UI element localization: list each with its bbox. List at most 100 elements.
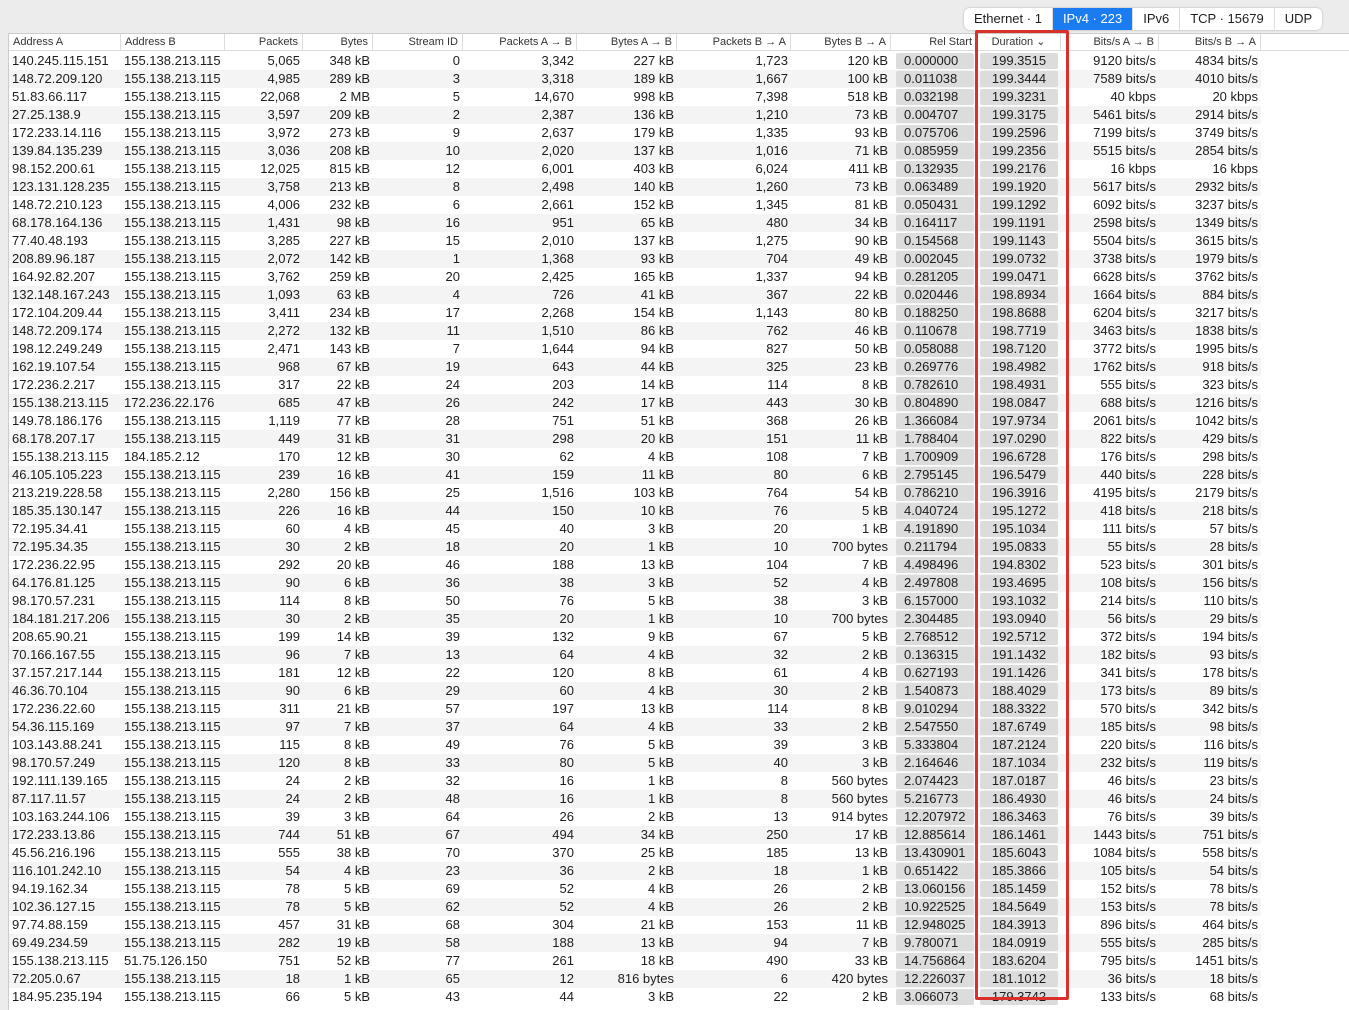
column-header-bytes-a-b[interactable]: Bytes A → B — [577, 34, 677, 51]
table-row[interactable]: 72.195.34.41 155.138.213.115 60 4 kB 45 40 3 k… — [9, 520, 1261, 538]
table-row[interactable]: 164.92.82.207 155.138.213.115 3,762 259 kB 2… — [9, 268, 1261, 286]
cell-bytes: 20 kB — [336, 557, 370, 572]
table-row[interactable]: 64.176.81.125 155.138.213.115 90 6 kB 36 38 3 … — [9, 574, 1261, 592]
table-row[interactable]: 37.157.217.144 155.138.213.115 181 12 kB 22 1… — [9, 664, 1261, 682]
table-row[interactable]: 68.178.207.17 155.138.213.115 449 31 kB 31 29… — [9, 430, 1261, 448]
table-row[interactable]: 155.138.213.115 51.75.126.150 751 52 kB 77 26… — [9, 952, 1261, 970]
cell-packets-a-b: 298 — [552, 431, 574, 446]
table-row[interactable]: 69.49.234.59 155.138.213.115 282 19 kB 58 188… — [9, 934, 1261, 952]
cell-address-b: 155.138.213.115 — [124, 53, 221, 68]
cell-address-a: 72.195.34.41 — [12, 521, 88, 536]
column-header-packets-a-b[interactable]: Packets A → B — [463, 34, 577, 51]
cell-bytes-b-a: 8 kB — [861, 377, 888, 392]
table-row[interactable]: 155.138.213.115 184.185.2.12 170 12 kB 30 62 4… — [9, 448, 1261, 466]
table-row[interactable]: 172.236.22.60 155.138.213.115 311 21 kB 57 19… — [9, 700, 1261, 718]
cell-stream-id: 49 — [445, 737, 460, 752]
table-row[interactable]: 148.72.209.174 155.138.213.115 2,272 132 kB… — [9, 322, 1261, 340]
table-row[interactable]: 172.233.14.116 155.138.213.115 3,972 273 kB… — [9, 124, 1261, 142]
table-row[interactable]: 54.36.115.169 155.138.213.115 97 7 kB 37 64 4 … — [9, 718, 1261, 736]
table-row[interactable]: 139.84.135.239 155.138.213.115 3,036 208 kB… — [9, 142, 1261, 160]
table-row[interactable]: 132.148.167.243 155.138.213.115 1,093 63 kB… — [9, 286, 1261, 304]
table-row[interactable]: 208.89.96.187 155.138.213.115 2,072 142 kB 1… — [9, 250, 1261, 268]
cell-stream-id: 33 — [445, 755, 460, 770]
table-row[interactable]: 87.117.11.57 155.138.213.115 24 2 kB 48 16 1 k… — [9, 790, 1261, 808]
table-row[interactable]: 103.143.88.241 155.138.213.115 115 8 kB 49 76… — [9, 736, 1261, 754]
table-row[interactable]: 198.12.249.249 155.138.213.115 2,471 143 kB… — [9, 340, 1261, 358]
cell-bits-a-b: 6628 bits/s — [1093, 269, 1156, 284]
table-row[interactable]: 116.101.242.10 155.138.213.115 54 4 kB 23 36 2… — [9, 862, 1261, 880]
column-header-address-b[interactable]: Address B — [121, 34, 225, 51]
table-row[interactable]: 213.219.228.58 155.138.213.115 2,280 156 kB… — [9, 484, 1261, 502]
table-row[interactable]: 45.56.216.196 155.138.213.115 555 38 kB 70 37… — [9, 844, 1261, 862]
table-row[interactable]: 185.35.130.147 155.138.213.115 226 16 kB 44 1… — [9, 502, 1261, 520]
table-row[interactable]: 208.65.90.21 155.138.213.115 199 14 kB 39 132… — [9, 628, 1261, 646]
column-header-packets[interactable]: Packets — [225, 34, 303, 51]
cell-bits-b-a: 558 bits/s — [1202, 845, 1258, 860]
cell-duration: 188.3322 — [980, 701, 1058, 717]
table-row[interactable]: 72.195.34.35 155.138.213.115 30 2 kB 18 20 1 k… — [9, 538, 1261, 556]
cell-bytes-a-b: 5 kB — [647, 755, 674, 770]
tab-ethernet[interactable]: Ethernet · 1 — [964, 8, 1053, 30]
table-row[interactable]: 98.170.57.231 155.138.213.115 114 8 kB 50 76 5… — [9, 592, 1261, 610]
table-row[interactable]: 184.181.217.206 155.138.213.115 30 2 kB 35 20… — [9, 610, 1261, 628]
table-row[interactable]: 98.152.200.61 155.138.213.115 12,025 815 kB… — [9, 160, 1261, 178]
table-row[interactable]: 103.163.244.106 155.138.213.115 39 3 kB 64 26… — [9, 808, 1261, 826]
table-row[interactable]: 172.236.22.95 155.138.213.115 292 20 kB 46 18… — [9, 556, 1261, 574]
cell-bytes-b-a: 5 kB — [861, 503, 888, 518]
tab-ipv4[interactable]: IPv4 · 223 — [1052, 8, 1134, 30]
cell-bits-b-a: 28 bits/s — [1209, 539, 1258, 554]
table-row[interactable]: 155.138.213.115 172.236.22.176 685 47 kB 26 2… — [9, 394, 1261, 412]
cell-address-a: 116.101.242.10 — [12, 863, 102, 878]
table-row[interactable]: 192.111.139.165 155.138.213.115 24 2 kB 32 16… — [9, 772, 1261, 790]
column-header-stream-id[interactable]: Stream ID — [373, 34, 463, 51]
cell-bits-a-b: 822 bits/s — [1100, 431, 1156, 446]
table-row[interactable]: 162.19.107.54 155.138.213.115 968 67 kB 19 64… — [9, 358, 1261, 376]
table-row[interactable]: 172.233.13.86 155.138.213.115 744 51 kB 67 49… — [9, 826, 1261, 844]
table-row[interactable]: 148.72.209.120 155.138.213.115 4,985 289 kB… — [9, 70, 1261, 88]
cell-bytes: 67 kB — [336, 359, 370, 374]
tab-ipv6[interactable]: IPv6 — [1133, 8, 1181, 30]
column-header-address-a[interactable]: Address A — [9, 34, 121, 51]
table-row[interactable]: 77.40.48.193 155.138.213.115 3,285 227 kB 15… — [9, 232, 1261, 250]
table-row[interactable]: 149.78.186.176 155.138.213.115 1,119 77 kB 2… — [9, 412, 1261, 430]
table-row[interactable]: 46.105.105.223 155.138.213.115 239 16 kB 41 1… — [9, 466, 1261, 484]
cell-duration: 196.6728 — [980, 449, 1058, 465]
cell-bytes-b-a: 700 bytes — [831, 611, 888, 626]
table-row[interactable]: 148.72.210.123 155.138.213.115 4,006 232 kB… — [9, 196, 1261, 214]
table-row[interactable]: 97.74.88.159 155.138.213.115 457 31 kB 68 304… — [9, 916, 1261, 934]
column-header-bits-b-a[interactable]: Bits/s B → A — [1159, 34, 1261, 51]
cell-stream-id: 19 — [445, 359, 460, 374]
table-row[interactable]: 184.95.235.194 155.138.213.115 66 5 kB 43 44 3… — [9, 988, 1261, 1006]
cell-address-a: 172.236.2.217 — [12, 377, 96, 392]
column-header-duration[interactable]: Duration ⌄ — [977, 34, 1061, 51]
cell-bits-a-b: 76 bits/s — [1107, 809, 1156, 824]
column-header-rel-start[interactable]: Rel Start — [893, 34, 977, 51]
table-row[interactable]: 72.205.0.67 155.138.213.115 18 1 kB 65 12 816 … — [9, 970, 1261, 988]
cell-packets-a-b: 64 — [559, 719, 574, 734]
table-row[interactable]: 102.36.127.15 155.138.213.115 78 5 kB 62 52 4 … — [9, 898, 1261, 916]
table-row[interactable]: 172.104.209.44 155.138.213.115 3,411 234 kB… — [9, 304, 1261, 322]
tab-tcp[interactable]: TCP · 15679 — [1180, 8, 1275, 30]
column-header-bits-a-b[interactable]: Bits/s A → B — [1061, 34, 1159, 51]
tab-udp[interactable]: UDP — [1275, 8, 1322, 30]
cell-rel-start: 14.756864 — [896, 953, 974, 969]
cell-packets-b-a: 26 — [773, 899, 788, 914]
table-row[interactable]: 51.83.66.117 155.138.213.115 22,068 2 MB 5 14… — [9, 88, 1261, 106]
table-row[interactable]: 94.19.162.34 155.138.213.115 78 5 kB 69 52 4 k… — [9, 880, 1261, 898]
column-header-packets-b-a[interactable]: Packets B → A — [677, 34, 791, 51]
cell-rel-start: 2.304485 — [896, 611, 974, 627]
column-header-bytes[interactable]: Bytes — [303, 34, 373, 51]
cell-packets-b-a: 52 — [773, 575, 788, 590]
table-row[interactable]: 68.178.164.136 155.138.213.115 1,431 98 kB 1… — [9, 214, 1261, 232]
table-row[interactable]: 46.36.70.104 155.138.213.115 90 6 kB 29 60 4 k… — [9, 682, 1261, 700]
table-row[interactable]: 172.236.2.217 155.138.213.115 317 22 kB 24 20… — [9, 376, 1261, 394]
cell-bytes-a-b: 140 kB — [633, 179, 674, 194]
table-row[interactable]: 70.166.167.55 155.138.213.115 96 7 kB 13 64 4 … — [9, 646, 1261, 664]
cell-bytes-a-b: 51 kB — [640, 413, 674, 428]
table-row[interactable]: 27.25.138.9 155.138.213.115 3,597 209 kB 2 2,… — [9, 106, 1261, 124]
cell-bytes-b-a: 49 kB — [854, 251, 888, 266]
column-header-bytes-b-a[interactable]: Bytes B → A — [791, 34, 891, 51]
table-row[interactable]: 140.245.115.151 155.138.213.115 5,065 348 k… — [9, 52, 1261, 70]
table-row[interactable]: 123.131.128.235 155.138.213.115 3,758 213 k… — [9, 178, 1261, 196]
table-row[interactable]: 98.170.57.249 155.138.213.115 120 8 kB 33 80 5… — [9, 754, 1261, 772]
